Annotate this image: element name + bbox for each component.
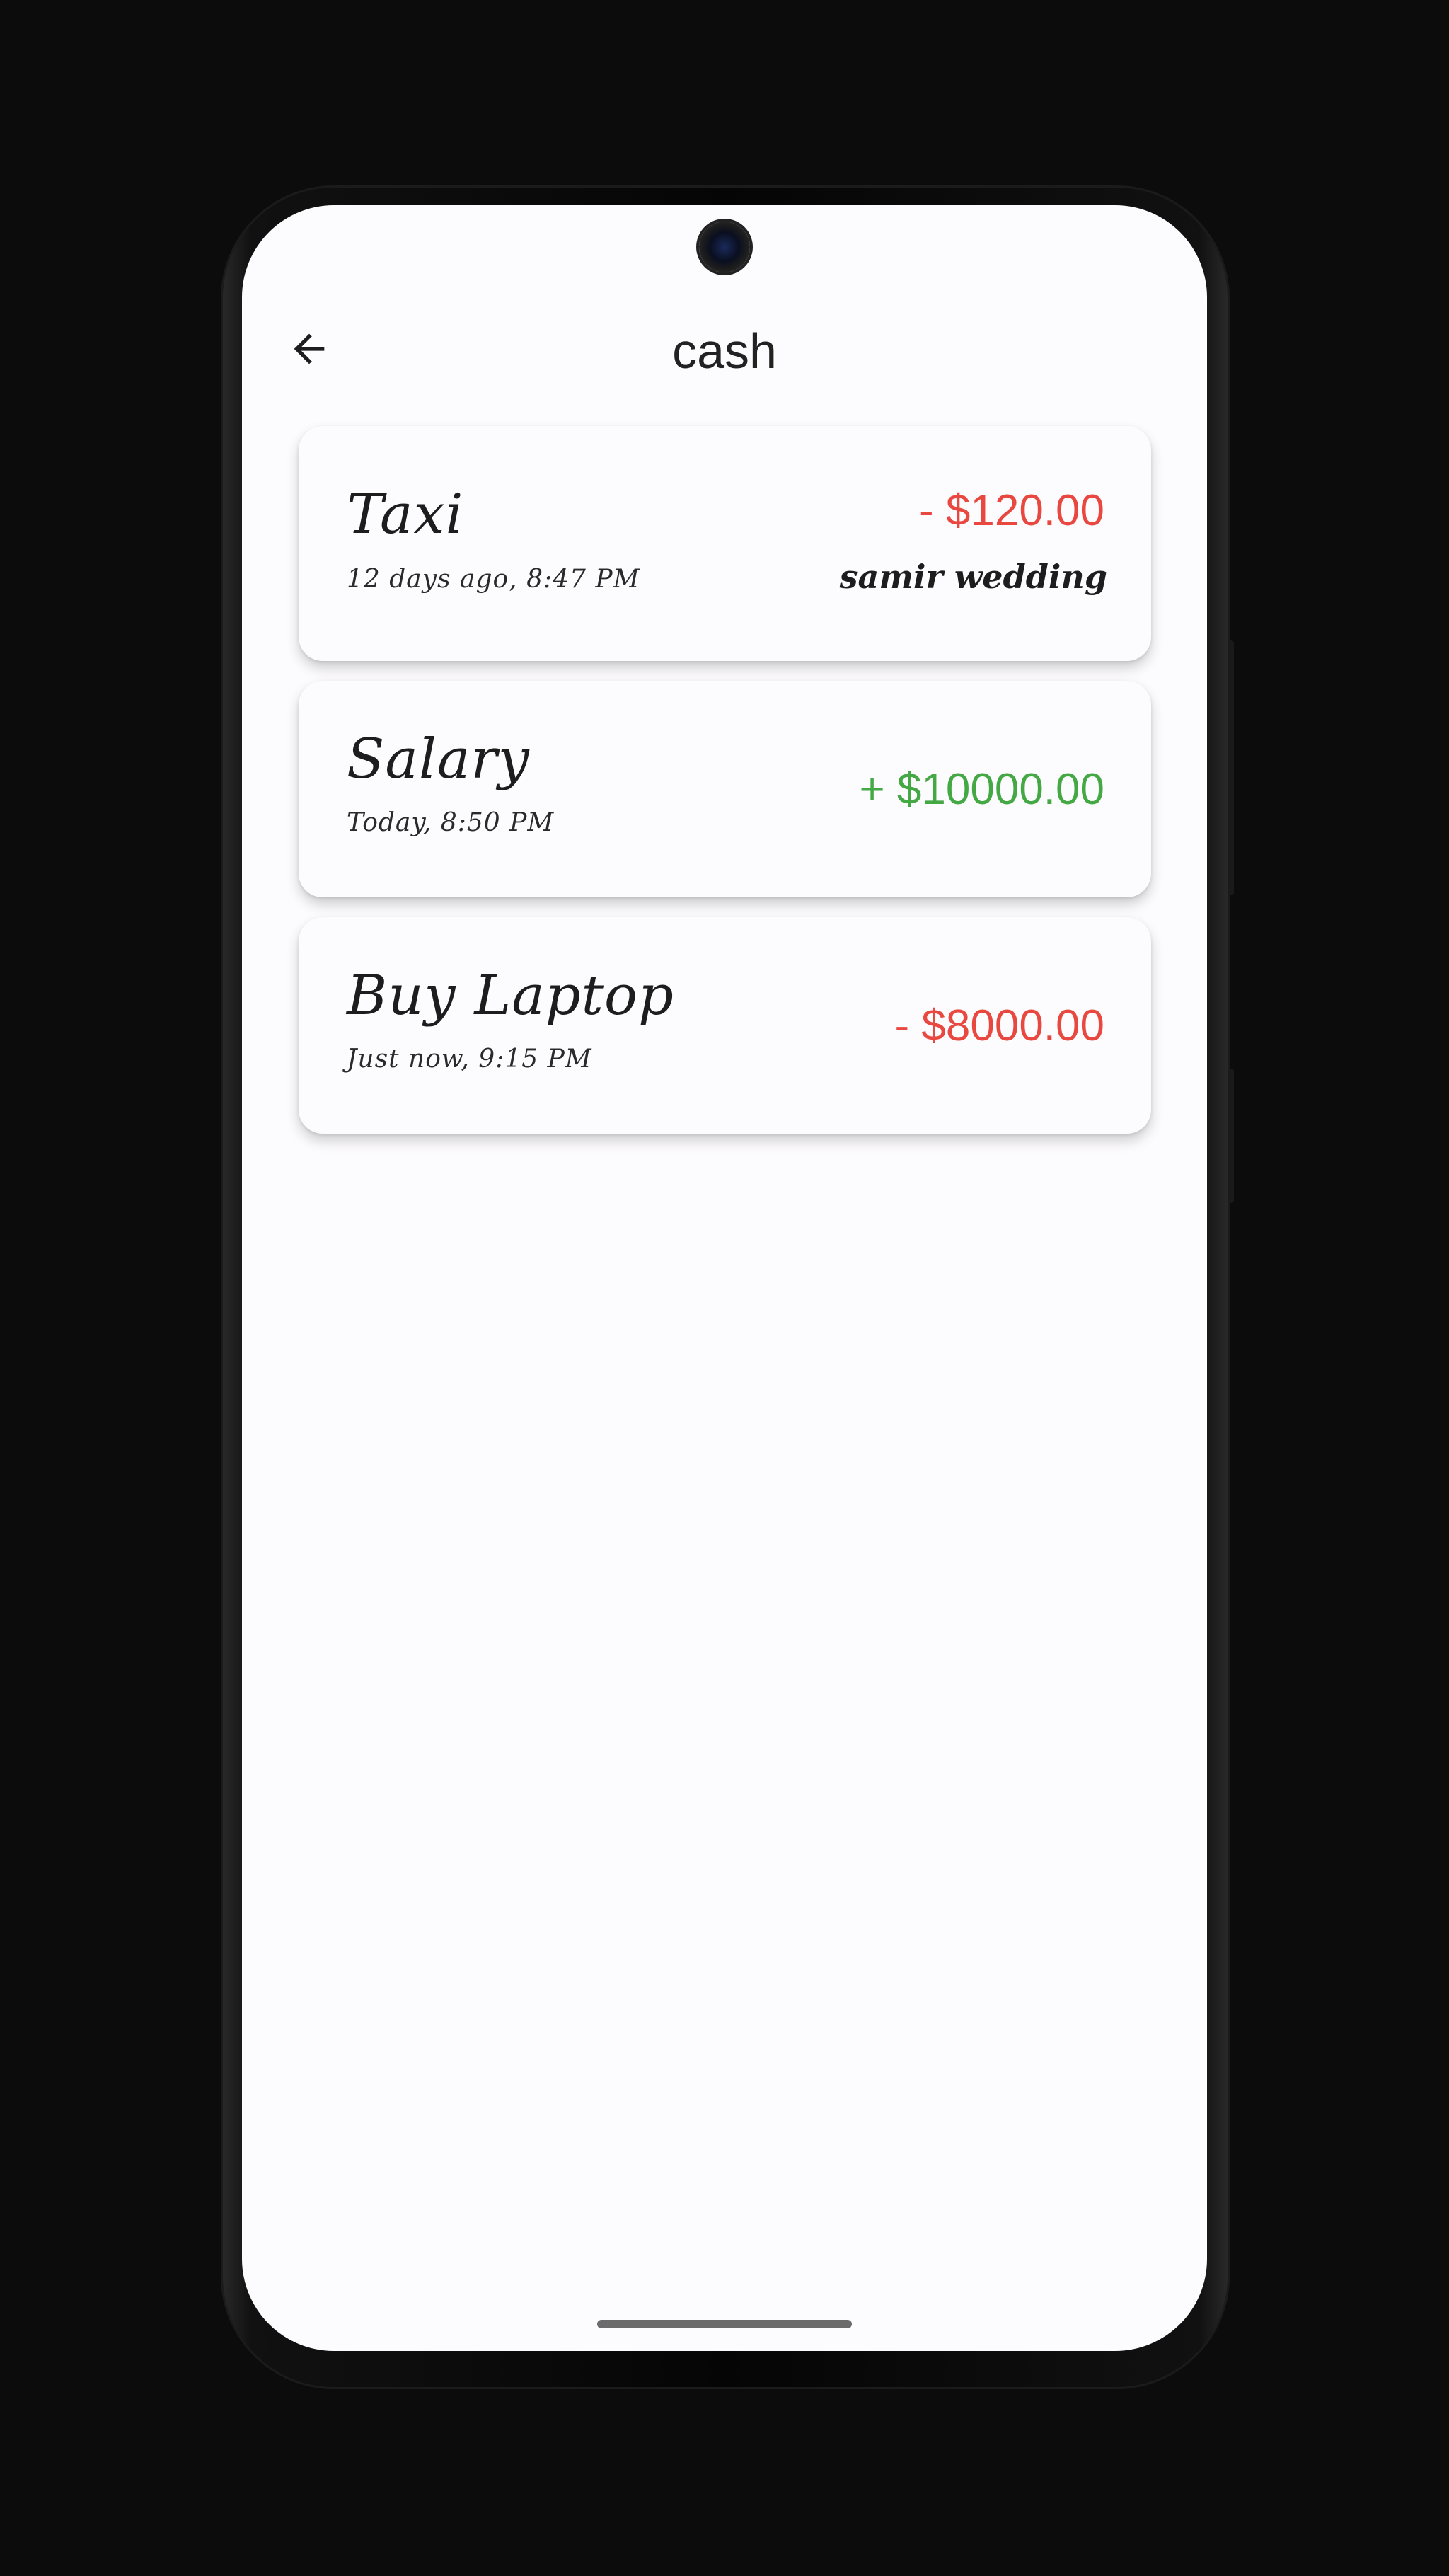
device-stage: cash Taxi 12 days ago, 8:47 PM - $120.00…: [0, 0, 1449, 2576]
transaction-name: Taxi: [347, 483, 464, 546]
transaction-card-salary[interactable]: Salary Today, 8:50 PM + $10000.00: [299, 681, 1151, 897]
transaction-note: samir wedding: [839, 558, 1107, 596]
volume-button: [1228, 640, 1234, 895]
transaction-amount: + $10000.00: [859, 765, 1104, 814]
page-title: cash: [672, 323, 777, 379]
transaction-card-taxi[interactable]: Taxi 12 days ago, 8:47 PM - $120.00 sami…: [299, 426, 1151, 661]
front-camera-icon: [699, 222, 750, 272]
app-bar: cash: [242, 290, 1207, 403]
transaction-amount: - $120.00: [919, 486, 1104, 535]
home-indicator[interactable]: [597, 2320, 852, 2328]
transaction-list: Taxi 12 days ago, 8:47 PM - $120.00 sami…: [299, 426, 1151, 1154]
transaction-card-buy-laptop[interactable]: Buy Laptop Just now, 9:15 PM - $8000.00: [299, 917, 1151, 1134]
transaction-time: 12 days ago, 8:47 PM: [347, 565, 640, 594]
transaction-time: Just now, 9:15 PM: [347, 1045, 592, 1074]
app-screen: cash Taxi 12 days ago, 8:47 PM - $120.00…: [242, 205, 1207, 2351]
power-button: [1228, 1069, 1234, 1203]
transaction-name: Buy Laptop: [347, 964, 674, 1028]
transaction-time: Today, 8:50 PM: [347, 808, 555, 837]
transaction-name: Salary: [347, 728, 530, 791]
transaction-amount: - $8000.00: [894, 1001, 1104, 1050]
